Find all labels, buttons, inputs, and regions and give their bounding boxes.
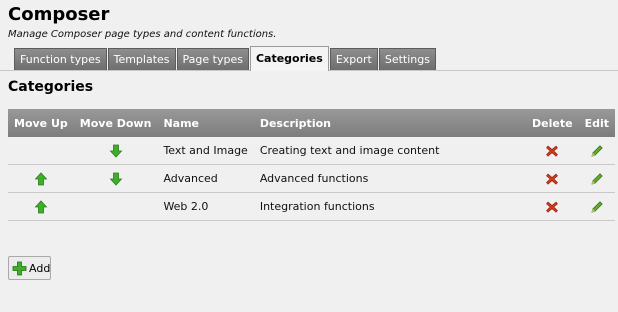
add-category-button[interactable]: Add xyxy=(8,256,51,280)
category-description: Creating text and image content xyxy=(253,137,527,165)
column-header-name: Name xyxy=(157,109,254,137)
category-name: Advanced xyxy=(157,164,254,193)
delete-cell xyxy=(526,164,579,193)
delete-cell xyxy=(526,137,579,165)
tab-bar: Function types Templates Page types Cate… xyxy=(0,46,618,71)
tab-templates[interactable]: Templates xyxy=(107,48,176,70)
delete-x-icon[interactable] xyxy=(545,200,559,214)
move-down-cell xyxy=(73,164,158,193)
tab-page-types[interactable]: Page types xyxy=(176,48,249,70)
arrow-down-icon[interactable] xyxy=(109,144,123,158)
arrow-up-icon[interactable] xyxy=(34,171,48,186)
tab-export[interactable]: Export xyxy=(329,48,378,70)
table-header-row: Move Up Move Down Name Description Delet… xyxy=(8,109,615,137)
delete-cell xyxy=(526,192,579,221)
move-down-cell xyxy=(73,192,158,221)
column-header-move-up: Move Up xyxy=(8,109,74,137)
delete-x-icon[interactable] xyxy=(545,144,559,158)
edit-cell xyxy=(578,164,615,193)
tab-categories[interactable]: Categories xyxy=(249,46,329,71)
arrow-down-icon[interactable] xyxy=(109,172,123,186)
edit-cell xyxy=(578,192,615,221)
table-row: Text and Image Creating text and image c… xyxy=(8,137,615,165)
arrow-up-icon[interactable] xyxy=(34,199,48,214)
column-header-move-down: Move Down xyxy=(73,109,158,137)
plus-icon xyxy=(12,261,27,276)
tab-settings[interactable]: Settings xyxy=(378,48,436,70)
table-row: Advanced Advanced functions xyxy=(8,164,615,193)
category-description: Integration functions xyxy=(253,192,527,221)
move-down-cell xyxy=(73,137,158,165)
column-header-edit: Edit xyxy=(578,109,615,137)
column-header-delete: Delete xyxy=(526,109,579,137)
edit-cell xyxy=(578,137,615,165)
pencil-icon[interactable] xyxy=(590,200,604,214)
page-subtitle: Manage Composer page types and content f… xyxy=(8,29,277,40)
column-header-description: Description xyxy=(253,109,527,137)
move-up-cell xyxy=(8,137,74,165)
table-row: Web 2.0 Integration functions xyxy=(8,192,615,221)
tab-function-types[interactable]: Function types xyxy=(14,48,107,70)
move-up-cell xyxy=(8,164,74,193)
category-name: Web 2.0 xyxy=(157,192,254,221)
pencil-icon[interactable] xyxy=(590,172,604,186)
delete-x-icon[interactable] xyxy=(545,172,559,186)
section-title: Categories xyxy=(8,79,94,95)
page-title: Composer xyxy=(8,4,110,25)
pencil-icon[interactable] xyxy=(590,144,604,158)
categories-table: Move Up Move Down Name Description Delet… xyxy=(8,109,615,221)
category-name: Text and Image xyxy=(157,137,254,165)
add-button-label: Add xyxy=(29,261,51,275)
category-description: Advanced functions xyxy=(253,164,527,193)
move-up-cell xyxy=(8,192,74,221)
